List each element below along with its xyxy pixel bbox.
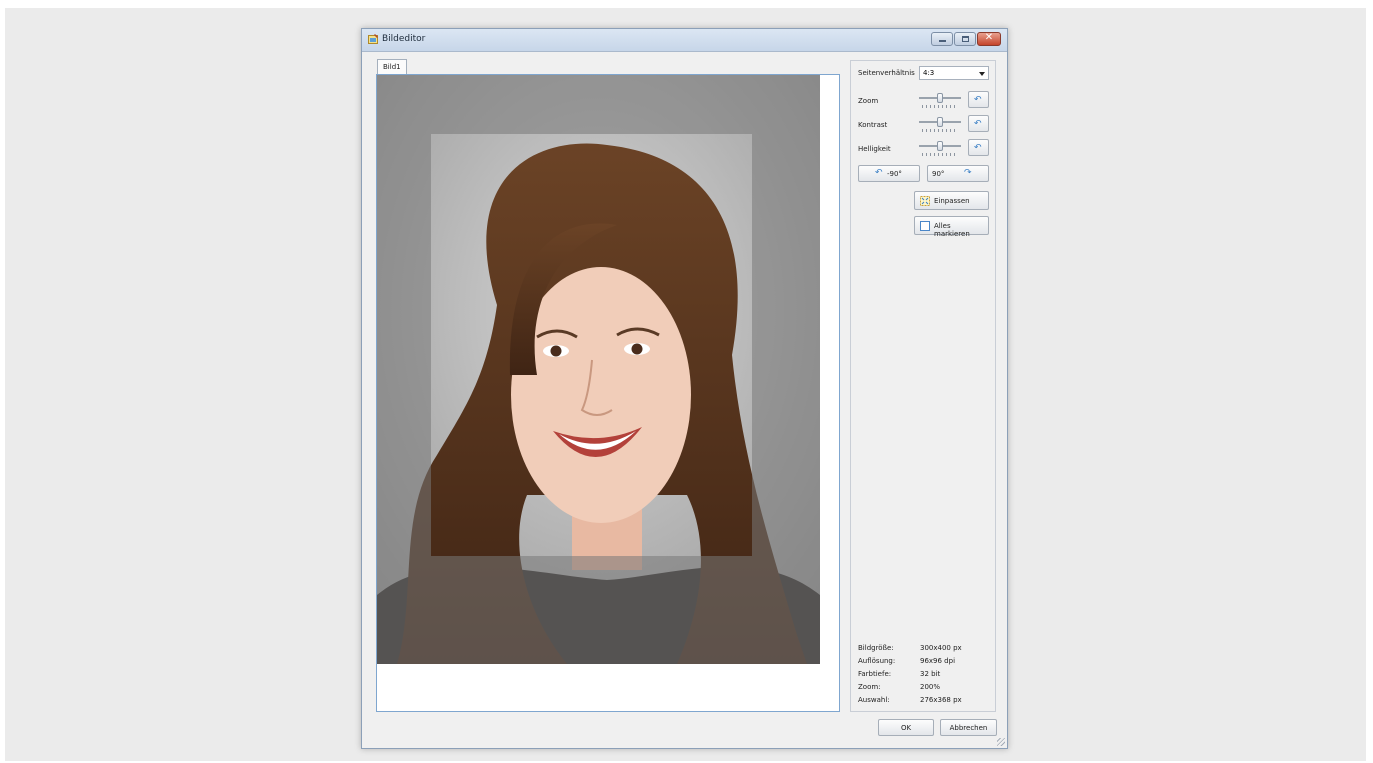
aspect-ratio-label: Seitenverhältnis bbox=[858, 69, 915, 77]
aspect-ratio-select[interactable]: 4:3 bbox=[919, 66, 989, 80]
info-value-zoom: 200% bbox=[920, 683, 941, 691]
info-label-resolution: Auflösung: bbox=[858, 657, 896, 665]
brightness-reset-button[interactable]: ↶ bbox=[968, 139, 989, 156]
title-bar[interactable]: Bildeditor ✕ bbox=[362, 29, 1007, 52]
contrast-slider-ticks bbox=[922, 129, 958, 132]
select-all-button[interactable]: Alles markieren bbox=[914, 216, 989, 238]
window-title: Bildeditor bbox=[382, 34, 426, 44]
zoom-slider-ticks bbox=[922, 105, 958, 108]
tab-bild1[interactable]: Bild1 bbox=[377, 59, 407, 75]
info-label-zoom: Zoom: bbox=[858, 683, 881, 691]
rotate-right-button[interactable]: 90° ↷ bbox=[927, 165, 989, 182]
contrast-slider-thumb[interactable] bbox=[937, 117, 943, 127]
reset-arrow-icon: ↶ bbox=[974, 143, 982, 153]
rotate-left-label: -90° bbox=[887, 170, 902, 178]
reset-arrow-icon: ↶ bbox=[974, 119, 982, 129]
rotate-right-icon: ↷ bbox=[964, 168, 972, 178]
rotate-left-button[interactable]: ↶ -90° bbox=[858, 165, 920, 182]
fit-icon bbox=[920, 196, 930, 206]
ok-button[interactable]: OK bbox=[878, 719, 934, 736]
info-value-resolution: 96x96 dpi bbox=[920, 657, 956, 665]
crop-mask-left bbox=[377, 134, 431, 556]
zoom-slider-thumb[interactable] bbox=[937, 93, 943, 103]
minimize-icon bbox=[939, 40, 946, 42]
select-all-icon bbox=[920, 221, 930, 231]
portrait-image bbox=[377, 75, 820, 664]
rotate-right-label: 90° bbox=[932, 170, 945, 178]
info-label-color-depth: Farbtiefe: bbox=[858, 670, 892, 678]
crop-mask-bottom bbox=[377, 556, 820, 664]
aspect-ratio-value: 4:3 bbox=[923, 69, 935, 77]
reset-arrow-icon: ↶ bbox=[974, 95, 982, 105]
image-editor-dialog: Bildeditor ✕ Bild1 Seitenverhältnis 4:3 … bbox=[361, 28, 1008, 749]
image-canvas[interactable] bbox=[376, 74, 840, 712]
contrast-reset-button[interactable]: ↶ bbox=[968, 115, 989, 132]
maximize-button[interactable] bbox=[954, 32, 976, 46]
select-all-label: Alles markieren bbox=[934, 222, 970, 238]
brightness-slider-ticks bbox=[922, 153, 958, 156]
zoom-label: Zoom bbox=[858, 97, 879, 105]
window-controls: ✕ bbox=[930, 32, 1001, 46]
fit-label: Einpassen bbox=[934, 197, 970, 205]
info-value-image-size: 300x400 px bbox=[920, 644, 962, 652]
maximize-icon bbox=[962, 36, 969, 42]
contrast-slider[interactable] bbox=[919, 117, 961, 132]
zoom-reset-button[interactable]: ↶ bbox=[968, 91, 989, 108]
fit-button[interactable]: Einpassen bbox=[914, 191, 989, 210]
close-icon: ✕ bbox=[984, 32, 994, 43]
brightness-label: Helligkeit bbox=[858, 145, 891, 153]
brightness-slider-thumb[interactable] bbox=[937, 141, 943, 151]
minimize-button[interactable] bbox=[931, 32, 953, 46]
brightness-slider[interactable] bbox=[919, 141, 961, 156]
info-value-color-depth: 32 bit bbox=[920, 670, 941, 678]
info-label-image-size: Bildgröße: bbox=[858, 644, 894, 652]
info-value-selection: 276x368 px bbox=[920, 696, 962, 704]
rotate-left-icon: ↶ bbox=[875, 168, 883, 178]
info-label-selection: Auswahl: bbox=[858, 696, 890, 704]
crop-mask-top bbox=[377, 75, 820, 134]
zoom-slider[interactable] bbox=[919, 93, 961, 108]
contrast-label: Kontrast bbox=[858, 121, 888, 129]
image-editor-icon bbox=[368, 34, 378, 44]
crop-mask-right bbox=[752, 134, 820, 556]
resize-grip[interactable] bbox=[997, 738, 1005, 746]
cancel-button[interactable]: Abbrechen bbox=[940, 719, 997, 736]
close-button[interactable]: ✕ bbox=[977, 32, 1001, 46]
settings-panel: Seitenverhältnis 4:3 Zoom ↶ Kontrast ↶ H… bbox=[850, 60, 996, 712]
chevron-down-icon bbox=[979, 72, 985, 76]
